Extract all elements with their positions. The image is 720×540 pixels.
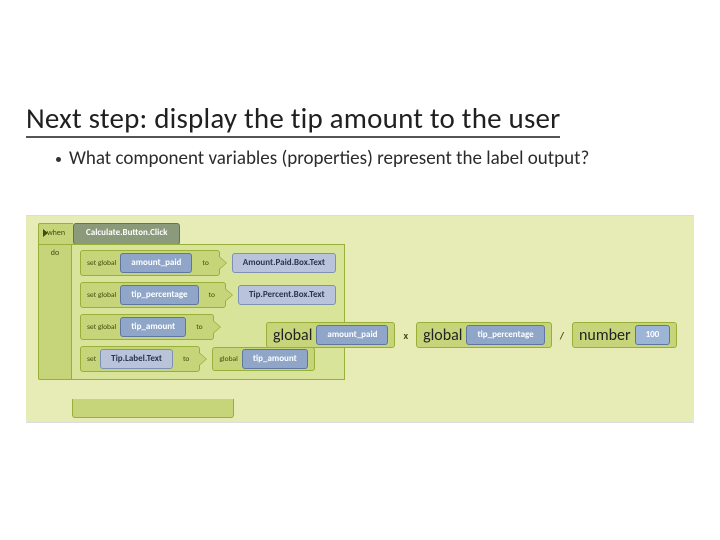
var-tip-percentage[interactable]: tip_percentage	[120, 285, 198, 305]
operator-multiply: x	[399, 329, 412, 342]
blocks-canvas: when Calculate.Button.Click do set globa…	[26, 215, 694, 423]
setter-tip-label-text[interactable]: Tip.Label.Text	[100, 349, 173, 369]
slide: Next step: display the tip amount to the…	[0, 0, 720, 423]
bullet-dot-icon	[56, 157, 61, 162]
keyword-set-global: set global	[81, 259, 120, 268]
var-tip-amount[interactable]: tip_amount	[120, 317, 186, 337]
set-global-tip-percentage[interactable]: set global tip_percentage to Tip.Percent…	[80, 283, 336, 307]
event-name-pill[interactable]: Calculate.Button.Click	[73, 223, 180, 245]
disclosure-triangle-icon	[43, 229, 48, 237]
bullet-item: What component variables (properties) re…	[56, 148, 694, 170]
var-amount-paid[interactable]: amount_paid	[120, 253, 192, 273]
do-body: set global amount_paid to Amount.Paid.Bo…	[72, 244, 345, 380]
keyword-to: to	[202, 259, 208, 268]
literal-100: 100	[635, 325, 671, 345]
block-footer-notch	[72, 399, 234, 418]
getter-tip-percent-box-text[interactable]: Tip.Percent.Box.Text	[238, 285, 336, 305]
tip-amount-expression[interactable]: global amount_paid x global tip_percenta…	[266, 322, 677, 348]
event-handler-block[interactable]: when Calculate.Button.Click do set globa…	[38, 224, 345, 380]
keyword-global: global	[423, 326, 462, 345]
keyword-to: to	[183, 355, 189, 364]
keyword-number: number	[579, 326, 631, 345]
slide-title: Next step: display the tip amount to the…	[26, 100, 560, 138]
keyword-to: to	[209, 291, 215, 300]
keyword-set-global: set global	[81, 323, 120, 332]
getter-global-amount-paid[interactable]: global amount_paid	[266, 322, 395, 348]
bullet-text: What component variables (properties) re…	[69, 148, 589, 170]
var-amount-paid-ref: amount_paid	[316, 325, 388, 345]
getter-global-tip-percentage[interactable]: global tip_percentage	[416, 322, 552, 348]
keyword-do: do	[38, 244, 72, 380]
keyword-when: when	[38, 223, 73, 245]
keyword-set: set	[81, 355, 100, 364]
getter-amount-paid-box-text[interactable]: Amount.Paid.Box.Text	[232, 253, 336, 273]
keyword-global: global	[273, 326, 312, 345]
keyword-to: to	[196, 323, 202, 332]
operator-divide: /	[556, 329, 568, 342]
set-global-amount-paid[interactable]: set global amount_paid to Amount.Paid.Bo…	[80, 251, 336, 275]
set-tip-label-text[interactable]: set Tip.Label.Text to global tip_amount	[80, 347, 336, 371]
bullet-list: What component variables (properties) re…	[56, 148, 694, 170]
when-label: when	[47, 228, 65, 238]
var-tip-amount-ref: tip_amount	[242, 349, 308, 369]
keyword-set-global: set global	[81, 291, 120, 300]
keyword-global: global	[219, 355, 237, 364]
var-tip-percentage-ref: tip_percentage	[466, 325, 544, 345]
number-literal-100[interactable]: number 100	[572, 322, 677, 348]
getter-global-tip-amount[interactable]: global tip_amount	[212, 347, 314, 371]
